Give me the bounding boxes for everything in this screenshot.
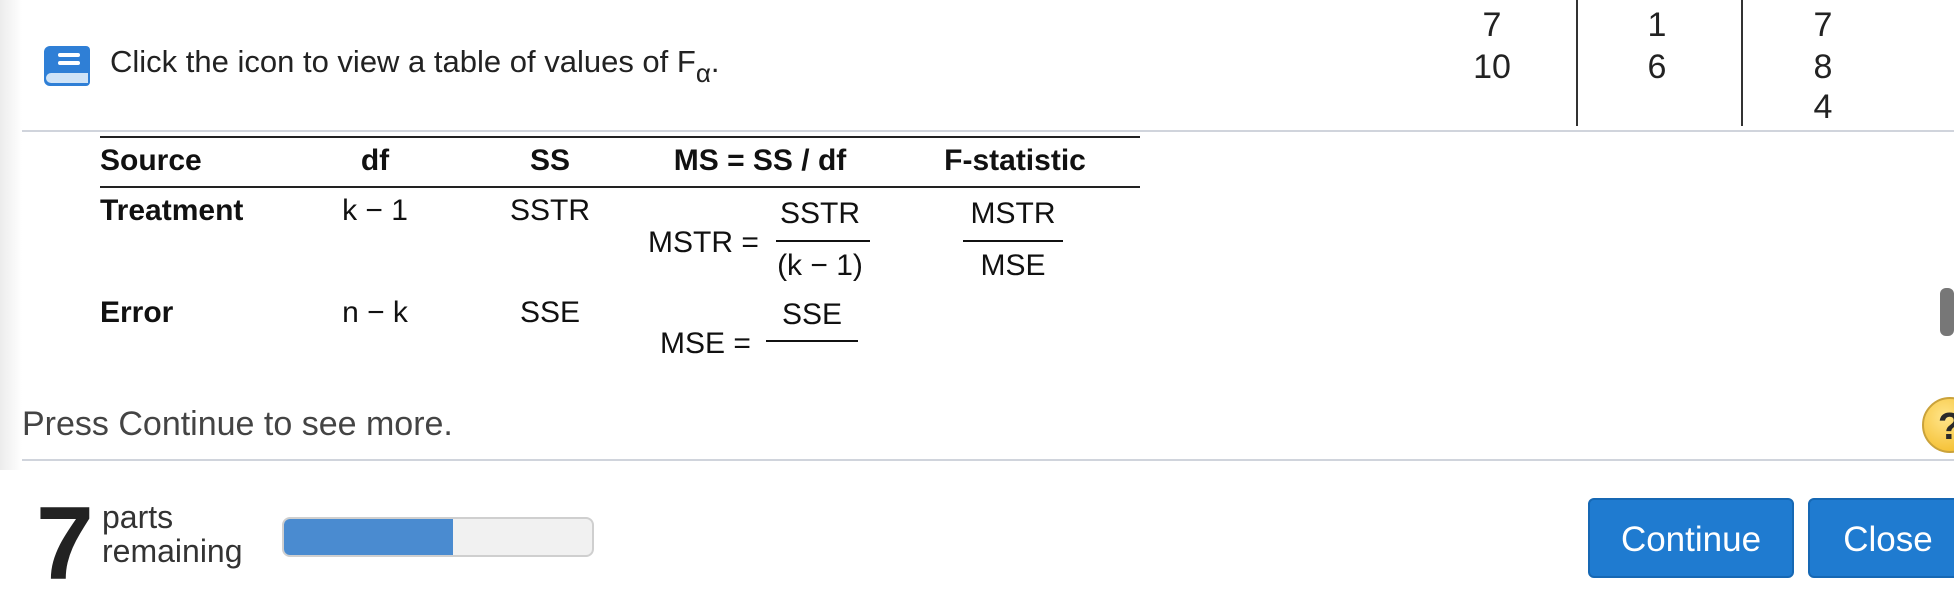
fraction-bar [963,240,1063,242]
parts-remaining-label: parts remaining [102,500,243,568]
row-treatment-f-denominator: MSE [980,249,1046,282]
grid-cell: 1 [1647,6,1667,44]
fraction-bar [766,340,858,342]
parts-label-line-2: remaining [102,533,243,569]
section-divider [22,130,1954,132]
grid-cell: 7 [1482,6,1502,44]
grid-cell: 10 [1473,48,1511,86]
header-f-statistic: F-statistic [944,144,1086,177]
grid-cell: 8 [1813,48,1833,86]
fraction-bar [776,240,870,242]
close-button[interactable]: Close [1808,498,1954,578]
instruction-period: . [710,44,720,79]
row-treatment-ms-denominator: (k − 1) [777,249,863,282]
row-treatment-ms-numerator: SSTR [779,197,860,230]
header-source: Source [100,144,202,177]
progress-bar [282,517,594,557]
row-error-ms-numerator: SSE [781,298,843,331]
progress-fill [284,519,454,555]
continue-button[interactable]: Continue [1588,498,1794,578]
header-rule [100,186,1140,188]
grid-cell: 7 [1813,6,1833,44]
row-error-ms-label: MSE = [660,327,751,360]
help-icon[interactable]: ? [1922,397,1954,453]
header-ss: SS [529,144,571,177]
row-treatment-ss: SSTR [509,194,590,227]
left-panel-shade [0,0,22,470]
grid-cell: 6 [1647,48,1667,86]
row-error-ss: SSE [519,296,581,329]
row-treatment-f-numerator: MSTR [970,197,1056,230]
book-icon[interactable] [42,42,94,90]
row-error-source: Error [100,296,174,329]
parts-remaining-count: 7 [36,486,94,602]
row-treatment-ms-label: MSTR = [648,226,759,259]
footer-divider [22,459,1954,461]
instruction-text: Click the icon to view a table of values… [110,44,720,88]
grid-divider [1576,0,1578,126]
header-ms: MS = SS / df [673,144,847,177]
row-treatment-source: Treatment [100,194,244,227]
table-top-rule [100,136,1140,138]
instruction-main: Click the icon to view a table of values… [110,44,696,79]
header-df: df [360,144,390,177]
f-alpha-subscript: α [695,58,711,88]
parts-label-line-1: parts [102,499,174,535]
grid-cell: 4 [1813,88,1833,126]
row-treatment-df: k − 1 [342,194,408,227]
grid-divider [1741,0,1743,126]
scrollbar-thumb[interactable] [1940,288,1954,336]
row-error-df: n − k [342,296,408,329]
continue-instruction: Press Continue to see more. [22,405,453,443]
